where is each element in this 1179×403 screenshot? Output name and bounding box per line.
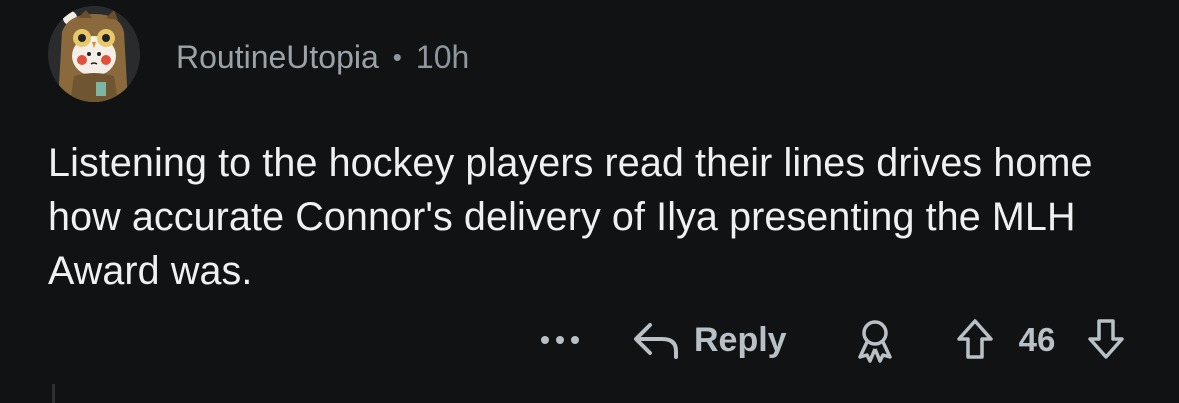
more-dots-icon (541, 336, 579, 344)
owl-snoo-avatar-icon (48, 6, 140, 102)
award-button[interactable] (854, 317, 896, 363)
award-icon (858, 320, 892, 363)
comment-card: RoutineUtopia • 10h Listening to the hoc… (0, 0, 1179, 403)
reply-arrow-icon (634, 323, 678, 359)
reply-button[interactable]: Reply (632, 315, 787, 365)
downvote-arrow-icon (1088, 319, 1124, 359)
meta-separator: • (392, 41, 402, 72)
timestamp: 10h (415, 38, 470, 75)
upvote-button[interactable] (955, 317, 995, 361)
downvote-button[interactable] (1086, 317, 1126, 361)
reply-label: Reply (694, 320, 787, 359)
thread-line[interactable] (52, 384, 55, 403)
vote-score: 46 (1018, 321, 1056, 358)
comment-actions: Reply 46 (0, 315, 1179, 365)
comment-meta: RoutineUtopia • 10h (176, 34, 469, 80)
user-avatar[interactable] (48, 6, 140, 102)
comment-body: Listening to the hockey players read the… (48, 141, 1093, 293)
username-link[interactable]: RoutineUtopia (176, 39, 379, 76)
more-options-button[interactable] (539, 325, 581, 355)
upvote-arrow-icon (957, 319, 993, 359)
